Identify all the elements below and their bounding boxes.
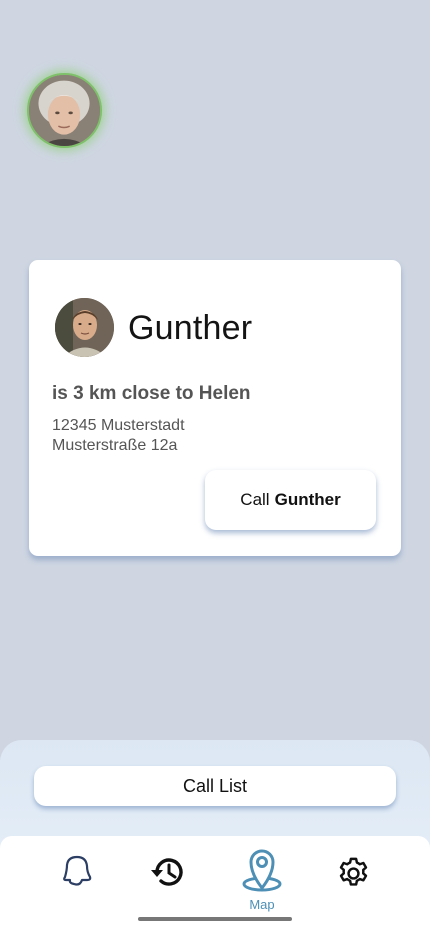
- call-contact-button[interactable]: Call Gunther: [205, 470, 376, 530]
- map-pin-icon: [242, 849, 282, 892]
- bell-icon: [63, 855, 92, 886]
- call-prefix: Call: [240, 490, 270, 509]
- nav-settings[interactable]: [335, 855, 372, 892]
- call-contact-name: Gunther: [274, 490, 341, 509]
- nav-bell[interactable]: [58, 853, 94, 889]
- settings-gear-icon: [339, 857, 368, 886]
- elderly-woman-avatar-icon: [29, 75, 100, 146]
- contact-avatar: [55, 298, 114, 357]
- contact-card: Gunther is 3 km close to Helen 12345 Mus…: [29, 260, 401, 556]
- history-icon: [151, 858, 183, 886]
- nav-map[interactable]: Map: [238, 844, 286, 912]
- user-avatar[interactable]: [27, 73, 102, 148]
- address-line-1: 12345 Musterstadt: [52, 417, 185, 434]
- call-list-button[interactable]: Call List: [34, 766, 396, 806]
- contact-name: Gunther: [128, 309, 253, 347]
- nav-map-label: Map: [249, 897, 275, 912]
- young-man-avatar-icon: [55, 298, 114, 357]
- home-indicator: [138, 917, 292, 921]
- address-line-2: Musterstraße 12a: [52, 437, 178, 454]
- distance-text: is 3 km close to Helen: [52, 383, 251, 404]
- nav-history[interactable]: [149, 853, 187, 891]
